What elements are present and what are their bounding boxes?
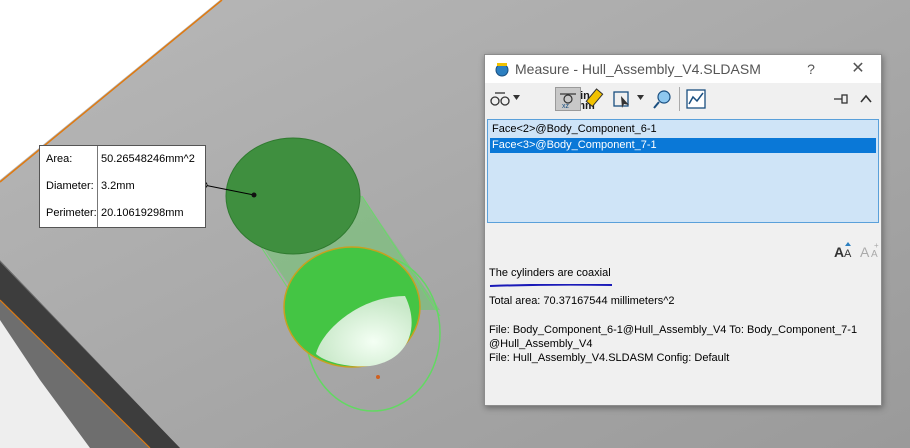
coaxial-status-text: The cylinders are coaxial	[489, 267, 611, 279]
arc-circle-options-button[interactable]	[490, 87, 510, 111]
sensor-graph-icon	[686, 89, 706, 109]
measure-dialog[interactable]: Measure - Hull_Assembly_V4.SLDASM ? ✕ in…	[484, 54, 882, 406]
units-precision-button[interactable]: in mm	[529, 87, 595, 112]
point-to-point-button[interactable]	[585, 87, 607, 111]
diameter-value: 3.2mm	[101, 180, 135, 192]
measurement-history-button[interactable]	[651, 87, 673, 111]
collapse-dialog-button[interactable]	[857, 87, 875, 111]
area-value: 50.26548246mm^2	[101, 153, 195, 165]
show-xyz-button[interactable]: xz	[555, 87, 581, 111]
measure-callout[interactable]: Area: 50.26548246mm^2 Diameter: 3.2mm Pe…	[39, 145, 206, 228]
dialog-title: Measure - Hull_Assembly_V4.SLDASM	[515, 61, 761, 77]
diameter-label: Diameter:	[46, 180, 94, 192]
toolbar-separator	[679, 87, 680, 111]
perimeter-value: 20.10619298mm	[101, 207, 184, 219]
annotation-underline	[489, 284, 613, 287]
list-item-selected[interactable]: Face<3>@Body_Component_7-1	[490, 138, 876, 153]
decrease-font-icon[interactable]: A A +	[859, 241, 881, 261]
results-pane: A A A A + The cylinders are coaxial Tota…	[489, 231, 879, 401]
create-sensor-button[interactable]	[685, 87, 707, 111]
pin-dialog-button[interactable]	[831, 87, 851, 111]
increase-font-icon[interactable]: A A	[833, 241, 855, 261]
svg-text:A: A	[871, 249, 878, 260]
svg-text:+: +	[874, 241, 879, 250]
arc-options-dropdown-icon[interactable]	[513, 95, 520, 101]
dialog-titlebar[interactable]: Measure - Hull_Assembly_V4.SLDASM ? ✕	[485, 55, 881, 83]
cylinder-top-face[interactable]	[225, 137, 361, 255]
callout-diameter-row: Diameter: 3.2mm	[40, 173, 205, 200]
callout-area-row: Area: 50.26548246mm^2	[40, 146, 205, 173]
svg-text:xz: xz	[562, 103, 570, 110]
area-label: Area:	[46, 153, 73, 165]
callout-perimeter-row: Perimeter: 20.10619298mm	[40, 200, 205, 227]
svg-text:A: A	[860, 244, 870, 260]
projected-on-button[interactable]	[611, 87, 633, 111]
svg-text:A: A	[834, 244, 844, 260]
projection-dropdown-icon[interactable]	[637, 95, 644, 101]
perimeter-label: Perimeter:	[46, 207, 97, 219]
history-icon	[653, 90, 671, 109]
selection-list[interactable]: Face<2>@Body_Component_6-1 Face<3>@Body_…	[487, 119, 879, 223]
list-item[interactable]: Face<2>@Body_Component_6-1	[490, 122, 876, 137]
projection-icon	[613, 91, 629, 108]
total-area-text: Total area: 70.37167544 millimeters^2	[489, 295, 675, 307]
file-path-text: File: Body_Component_6-1@Hull_Assembly_V…	[489, 324, 858, 350]
chevron-up-icon	[860, 94, 872, 103]
arc-options-icon	[490, 92, 510, 106]
leader-point	[251, 192, 257, 198]
help-button[interactable]: ?	[801, 59, 821, 79]
config-text: File: Hull_Assembly_V4.SLDASM Config: De…	[489, 352, 730, 364]
close-button[interactable]: ✕	[847, 59, 869, 79]
svg-text:A: A	[844, 248, 852, 260]
ruler-icon	[585, 88, 604, 108]
pin-icon	[834, 94, 848, 104]
xyz-measurement-icon: xz	[560, 93, 576, 110]
measure-toolbar: in mm xz	[485, 83, 881, 115]
measure-tool-icon	[495, 63, 509, 77]
